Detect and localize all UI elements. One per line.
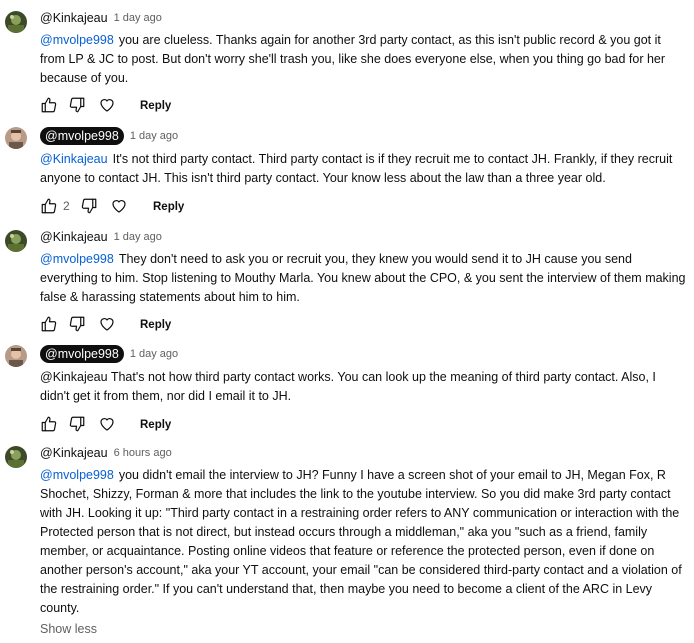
thumbs-up-icon xyxy=(41,416,57,432)
mention-link[interactable]: @mvolpe998 xyxy=(40,468,114,482)
mention-link[interactable]: @Kinkajeau xyxy=(40,152,108,166)
thumbs-up-icon xyxy=(41,316,57,332)
thumbs-down-icon xyxy=(69,416,85,432)
mention-link[interactable]: @mvolpe998 xyxy=(40,33,114,47)
dislike-button[interactable] xyxy=(80,197,98,215)
thumbs-up-icon xyxy=(41,97,57,113)
thumbs-down-icon xyxy=(69,316,85,332)
comment-text: @mvolpe998 you are clueless. Thanks again… xyxy=(40,31,686,88)
comment-body: @Kinkajeau That's not how third party co… xyxy=(40,370,656,403)
like-button[interactable] xyxy=(40,415,58,433)
comment-timestamp[interactable]: 6 hours ago xyxy=(114,447,172,459)
comment-text: @mvolpe998 you didn't email the interview… xyxy=(40,466,686,618)
avatar[interactable] xyxy=(5,230,27,252)
avatar[interactable] xyxy=(5,11,27,33)
comment-author[interactable]: @Kinkajeau xyxy=(40,446,108,460)
avatar[interactable] xyxy=(5,446,27,468)
reply-button[interactable]: Reply xyxy=(140,319,171,331)
reply-button[interactable]: Reply xyxy=(140,100,171,112)
avatar[interactable] xyxy=(5,345,27,367)
comment-actions: Reply xyxy=(40,96,686,120)
heart-button[interactable] xyxy=(110,197,128,215)
show-less-button[interactable]: Show less xyxy=(40,622,686,636)
comment-text: @Kinkajeau That's not how third party co… xyxy=(40,368,686,406)
comment-body: you didn't email the interview to JH? Fu… xyxy=(40,468,682,615)
mention-link[interactable]: @mvolpe998 xyxy=(40,252,114,266)
heart-icon xyxy=(100,318,114,331)
comment-timestamp[interactable]: 1 day ago xyxy=(114,12,162,24)
reply-button[interactable]: Reply xyxy=(140,419,171,431)
heart-icon xyxy=(112,200,126,213)
thumbs-down-icon xyxy=(81,198,97,214)
heart-button[interactable] xyxy=(98,96,116,114)
like-count: 2 xyxy=(63,199,70,213)
like-button[interactable] xyxy=(40,315,58,333)
comment-author[interactable]: @Kinkajeau xyxy=(40,11,108,25)
heart-icon xyxy=(100,99,114,112)
comment-actions: 2 Reply xyxy=(40,197,686,221)
heart-button[interactable] xyxy=(98,315,116,333)
dislike-button[interactable] xyxy=(68,415,86,433)
thumbs-up-icon xyxy=(41,198,57,214)
comment-body: you are clueless. Thanks again for anoth… xyxy=(40,33,666,85)
comment-text: @Kinkajeau It's not third party contact. … xyxy=(40,150,686,188)
heart-button[interactable] xyxy=(98,415,116,433)
comment-actions: Reply xyxy=(40,315,686,339)
comment-timestamp[interactable]: 1 day ago xyxy=(130,130,178,142)
like-button[interactable]: 2 xyxy=(40,197,70,215)
like-button[interactable] xyxy=(40,96,58,114)
avatar[interactable] xyxy=(5,127,27,149)
thumbs-down-icon xyxy=(69,97,85,113)
comment-body: It's not third party contact. Third part… xyxy=(40,152,673,185)
comment-author-owner-chip[interactable]: @mvolpe998 xyxy=(40,127,124,145)
comment-timestamp[interactable]: 1 day ago xyxy=(130,348,178,360)
comment-text: @mvolpe998 They don't need to ask you or … xyxy=(40,250,686,307)
comment-author[interactable]: @Kinkajeau xyxy=(40,230,108,244)
comment-body: They don't need to ask you or recruit yo… xyxy=(40,252,686,304)
dislike-button[interactable] xyxy=(68,315,86,333)
comment-actions: Reply xyxy=(40,415,686,439)
reply-button[interactable]: Reply xyxy=(153,201,184,213)
comment-timestamp[interactable]: 1 day ago xyxy=(114,231,162,243)
comment-author-owner-chip[interactable]: @mvolpe998 xyxy=(40,345,124,363)
dislike-button[interactable] xyxy=(68,96,86,114)
heart-icon xyxy=(100,418,114,431)
